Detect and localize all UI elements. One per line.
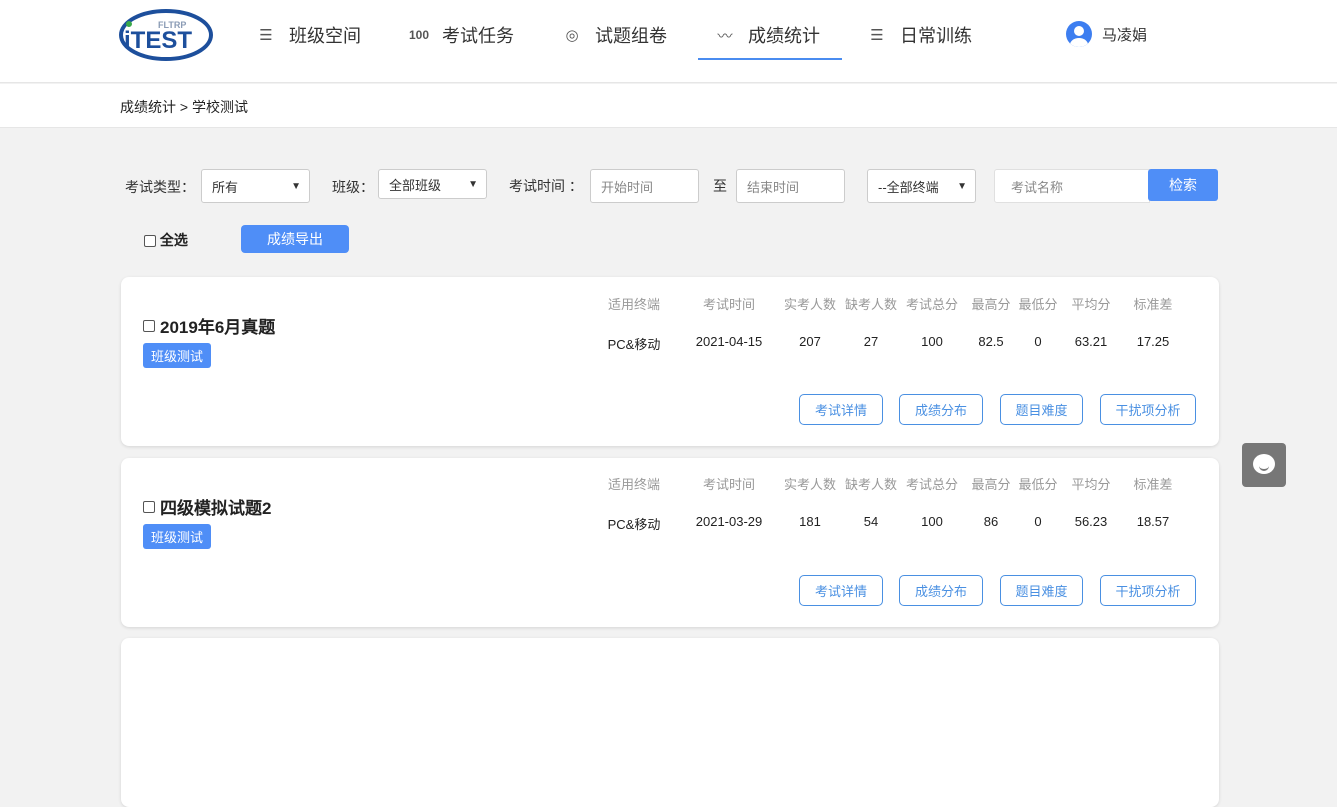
stat-header: 标准差 [1133, 297, 1173, 312]
stat-header: 平均分 [1071, 477, 1111, 492]
caret-down-icon: ▼ [468, 178, 478, 190]
user-menu[interactable]: 马凌娟 [1066, 21, 1147, 47]
exam-checkbox[interactable] [143, 319, 155, 332]
menu-icon: ☰ [259, 27, 273, 44]
stat-column: 考试时间 2021-03-29 [694, 474, 764, 529]
avatar [1066, 21, 1092, 47]
nav-banjikongjian[interactable]: ☰ 班级空间 [255, 22, 361, 48]
exam-type-label: 考试类型： [125, 179, 195, 195]
nav-chengjitongji[interactable]: 〰成绩统计 [698, 22, 842, 60]
exam-card: 四级模拟试题2 班级测试 适用终端 PC&移动 考试时间 2021-03-29 实考人数 1… [121, 458, 1219, 627]
itest-logo[interactable]: FLTRP iTEST [118, 6, 214, 62]
action-button-3[interactable]: 干扰项分析 [1100, 394, 1196, 425]
stat-value: 27 [863, 334, 879, 349]
exam-card [121, 638, 1219, 807]
chat-icon[interactable] [1242, 443, 1286, 487]
stat-value: 18.57 [1136, 514, 1170, 529]
stat-value: 56.23 [1074, 514, 1108, 529]
action-button-1[interactable]: 成绩分布 [899, 575, 983, 606]
start-time-input[interactable]: 开始时间 [590, 169, 699, 203]
breadcrumb: 成绩统计 > 学校测试 [120, 99, 248, 115]
exam-title[interactable]: 四级模拟试题2 [143, 494, 271, 519]
export-scores-button[interactable]: 成绩导出 [241, 225, 349, 253]
action-button-0[interactable]: 考试详情 [799, 394, 883, 425]
action-button-2[interactable]: 题目难度 [1000, 575, 1083, 606]
stat-column: 考试时间 2021-04-15 [694, 294, 764, 349]
stat-column: 标准差 17.25 [1118, 294, 1188, 349]
chevron-down-icon: ▼ [957, 180, 967, 192]
action-button-0[interactable]: 考试详情 [799, 575, 883, 606]
exam-title[interactable]: 2019年6月真题 [143, 313, 275, 338]
stat-header: 适用终端 [607, 477, 660, 492]
select-all-checkbox[interactable]: 全选 [144, 230, 188, 250]
action-button-1[interactable]: 成绩分布 [899, 394, 983, 425]
exam-checkbox[interactable] [143, 500, 155, 513]
top-header: FLTRP iTEST ☰ 班级空间 100 考试任务 ◎ 试题组卷 〰成绩统计 ☰ 日… [0, 0, 1337, 83]
action-button-3[interactable]: 干扰项分析 [1100, 575, 1196, 606]
stat-header: 考试时间 [702, 297, 755, 312]
exam-card: 2019年6月真题 班级测试 适用终端 PC&移动 考试时间 2021-04-15 实考人… [121, 277, 1219, 446]
stat-column: 适用终端 PC&移动 [599, 294, 669, 353]
end-time-input[interactable]: 结束时间 [736, 169, 845, 203]
circles-icon: ◎ [565, 27, 579, 44]
stat-column: 平均分 63.21 [1056, 294, 1126, 349]
stat-header: 平均分 [1071, 297, 1111, 312]
exam-name-input[interactable]: 考试名称 [994, 169, 1150, 203]
breadcrumb-bar: 成绩统计 > 学校测试 [0, 84, 1337, 128]
stat-header: 实考人数 [783, 297, 836, 312]
hundred-icon: 100 [408, 28, 430, 42]
exam-time-label: 考试时间 ： [509, 178, 583, 194]
checkbox[interactable] [144, 235, 156, 248]
stat-column: 适用终端 PC&移动 [599, 474, 669, 533]
stat-value: 54 [863, 514, 879, 529]
exam-type-badge: 班级测试 [143, 343, 212, 368]
chevron-down-icon: ▼ [291, 180, 301, 192]
stat-header: 缺考人数 [844, 477, 897, 492]
to-label: 至 [713, 178, 727, 194]
stat-header: 适用终端 [607, 297, 660, 312]
exam-type-badge: 班级测试 [143, 524, 212, 549]
exam-type-select[interactable]: 所有 ▼ [201, 169, 310, 203]
stat-value: 17.25 [1136, 334, 1170, 349]
terminal-select[interactable]: --全部终端 ▼ [867, 169, 976, 203]
stat-column: 缺考人数 54 [836, 474, 906, 529]
svg-text:iTEST: iTEST [124, 27, 192, 54]
search-button[interactable]: 检索 [1148, 169, 1218, 201]
class-select[interactable]: 全部班级 ▼ [378, 169, 487, 199]
stat-value: 181 [799, 514, 821, 529]
stat-column: 实考人数 181 [775, 474, 845, 529]
stat-value: 2021-04-15 [695, 334, 763, 349]
stat-value: 207 [799, 334, 821, 349]
action-button-2[interactable]: 题目难度 [1000, 394, 1083, 425]
stat-value: PC&移动 [607, 337, 661, 352]
nav-richangxunlian[interactable]: ☰ 日常训练 [866, 22, 972, 48]
class-label: 班级： [332, 179, 374, 195]
stat-value: 2021-03-29 [695, 514, 763, 529]
stat-header: 考试时间 [702, 477, 755, 492]
nav-shitizujuan[interactable]: ◎ 试题组卷 [561, 22, 667, 48]
chart-line-icon: 〰 [717, 27, 733, 45]
menu-icon: ☰ [870, 27, 884, 44]
stat-header: 实考人数 [783, 477, 836, 492]
stat-column: 缺考人数 27 [836, 294, 906, 349]
stat-column: 平均分 56.23 [1056, 474, 1126, 529]
stat-value: PC&移动 [607, 517, 661, 532]
stat-column: 实考人数 207 [775, 294, 845, 349]
nav-kaoshirenwu[interactable]: 100 考试任务 [408, 22, 514, 48]
stat-header: 缺考人数 [844, 297, 897, 312]
stat-column: 标准差 18.57 [1118, 474, 1188, 529]
stat-value: 63.21 [1074, 334, 1108, 349]
stat-header: 标准差 [1133, 477, 1173, 492]
